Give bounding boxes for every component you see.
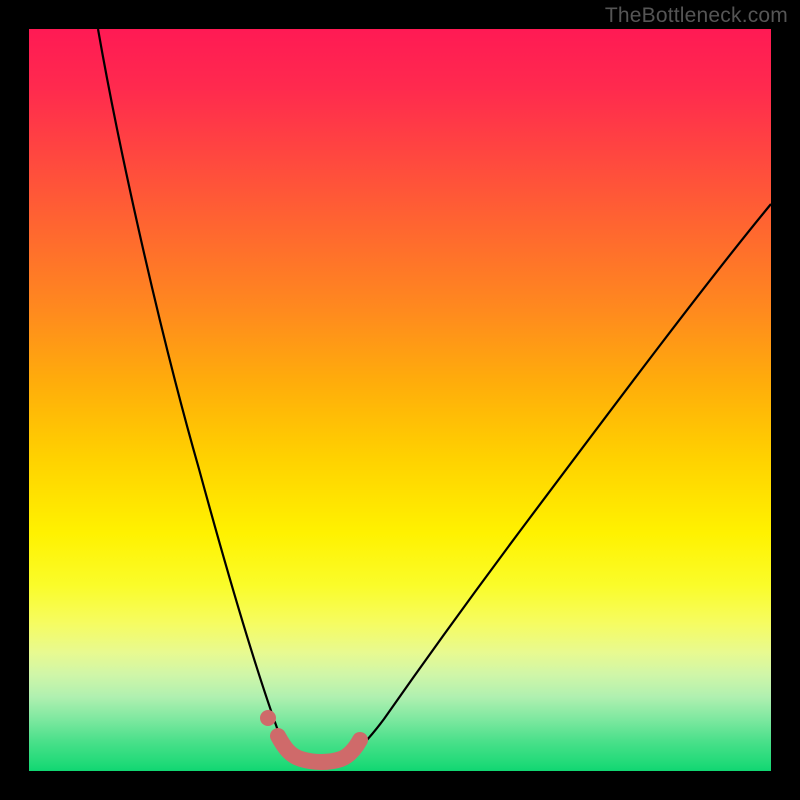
plot-area [29, 29, 771, 771]
chart-canvas: TheBottleneck.com [0, 0, 800, 800]
watermark-text: TheBottleneck.com [605, 4, 788, 28]
highlight-start-dot [260, 710, 276, 726]
bottom-highlight [278, 736, 360, 762]
curve-layer [29, 29, 771, 771]
left-curve [98, 29, 291, 757]
right-curve [349, 204, 771, 756]
